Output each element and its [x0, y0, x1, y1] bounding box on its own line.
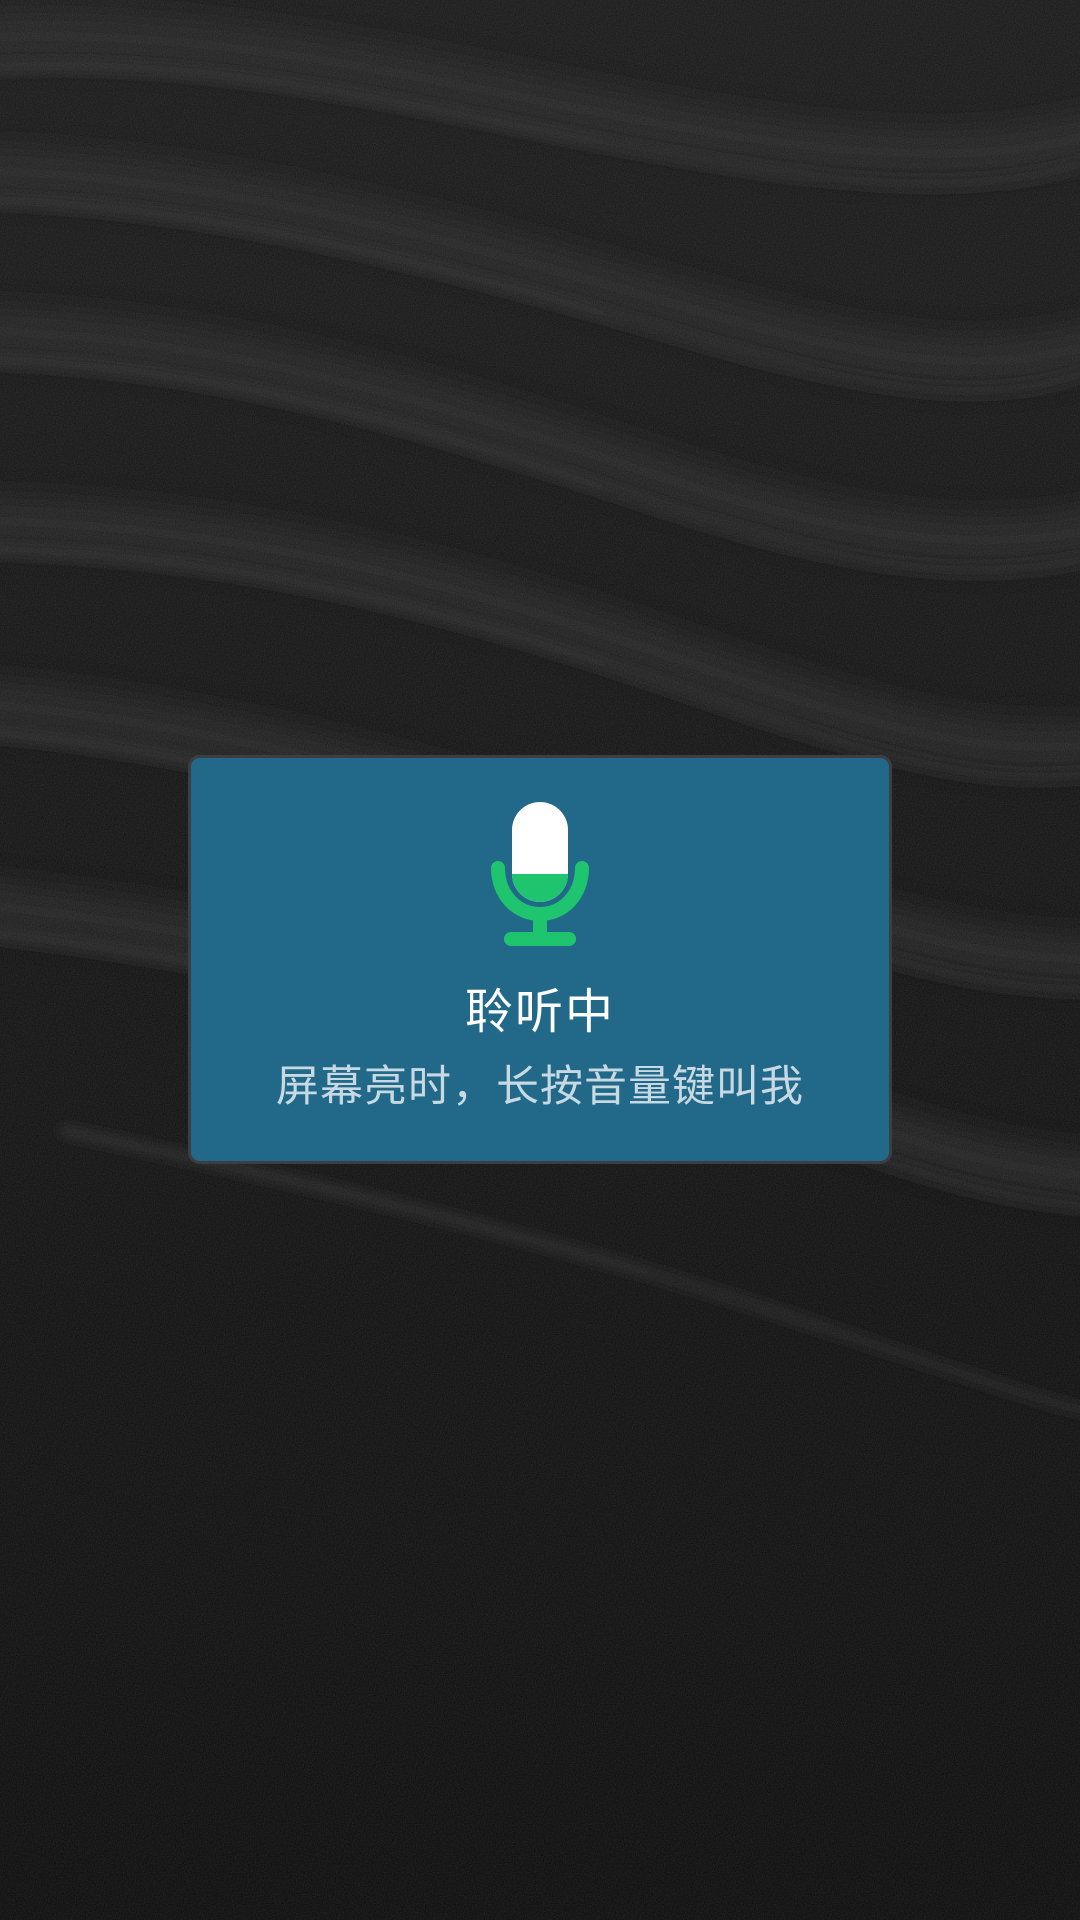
listening-status-title: 聆听中 [464, 984, 615, 1040]
voice-assistant-dialog[interactable]: 聆听中 屏幕亮时，长按音量键叫我 [188, 755, 892, 1164]
volume-key-hint: 屏幕亮时，长按音量键叫我 [276, 1062, 804, 1112]
microphone-icon [491, 802, 589, 946]
